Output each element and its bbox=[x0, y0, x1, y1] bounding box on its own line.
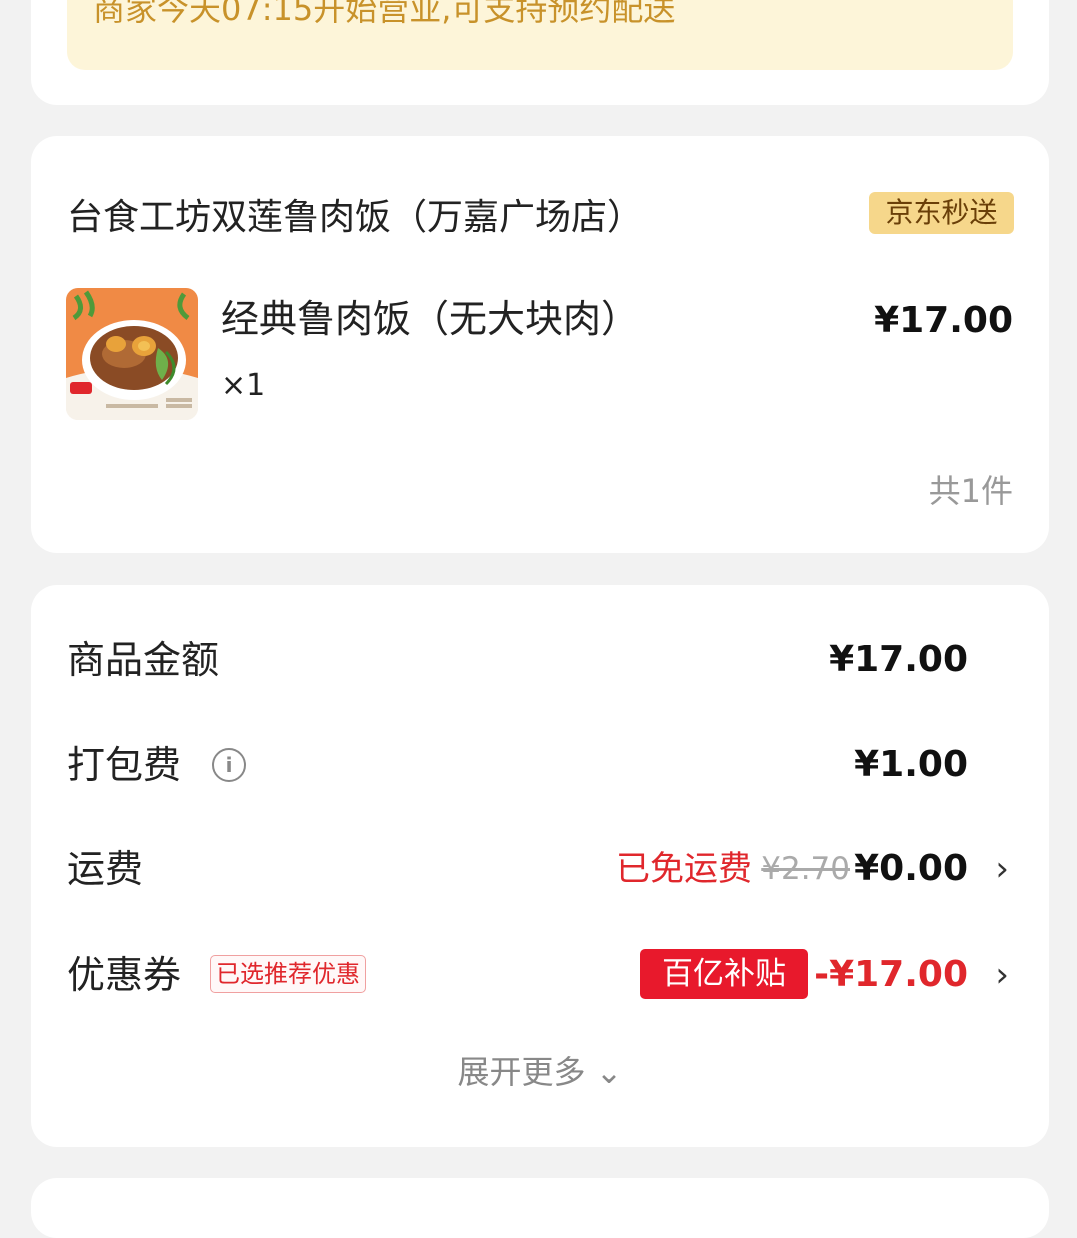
info-icon[interactable]: i bbox=[212, 748, 246, 782]
coupon-discount-value: -¥17.00 bbox=[814, 954, 968, 995]
goods-amount-value: ¥17.00 bbox=[829, 639, 968, 680]
shipping-value: ¥0.00 bbox=[854, 848, 968, 889]
subsidy-badge: 百亿补贴 bbox=[640, 949, 808, 999]
shipping-row[interactable]: 运费 已免运费 ¥2.70 ¥0.00 › bbox=[31, 839, 1049, 899]
goods-amount-row: 商品金额 ¥17.00 bbox=[31, 630, 1049, 690]
delivery-tag: 京东秒送 bbox=[869, 192, 1014, 234]
product-price: ¥17.00 bbox=[874, 300, 1013, 341]
expand-more-button[interactable]: 展开更多 ⌄ bbox=[31, 1047, 1049, 1093]
coupon-label: 优惠券 bbox=[67, 953, 182, 997]
free-shipping-text: 已免运费 bbox=[616, 849, 752, 889]
coupon-row[interactable]: 优惠券 已选推荐优惠 百亿补贴 -¥17.00 › bbox=[31, 945, 1049, 1005]
chevron-right-icon[interactable]: › bbox=[995, 839, 1009, 899]
product-quantity: ×1 bbox=[221, 368, 266, 403]
goods-amount-label: 商品金额 bbox=[67, 638, 220, 682]
store-name[interactable]: 台食工坊双莲鲁肉饭（万嘉广场店） bbox=[67, 188, 643, 240]
product-image[interactable] bbox=[66, 288, 198, 420]
price-summary-card: 商品金额 ¥17.00 打包费 i ¥1.00 运费 已免运费 ¥2.70 ¥0… bbox=[31, 585, 1049, 1147]
coupon-selected-badge: 已选推荐优惠 bbox=[210, 955, 366, 993]
notice-text: 商家今天07:15开始营业,可支持预约配送 bbox=[93, 0, 676, 28]
store-order-card: 台食工坊双莲鲁肉饭（万嘉广场店） 京东秒送 经典鲁肉饭（无大块肉） ×1 ¥17… bbox=[31, 136, 1049, 553]
notice-card: 商家今天07:15开始营业,可支持预约配送 bbox=[31, 0, 1049, 105]
next-card bbox=[31, 1178, 1049, 1238]
product-name[interactable]: 经典鲁肉饭（无大块肉） bbox=[221, 288, 639, 343]
original-shipping-fee: ¥2.70 bbox=[761, 851, 850, 887]
shipping-label: 运费 bbox=[67, 847, 144, 891]
business-hours-notice: 商家今天07:15开始营业,可支持预约配送 bbox=[67, 0, 1013, 70]
packing-fee-value: ¥1.00 bbox=[854, 744, 968, 785]
chevron-right-icon[interactable]: › bbox=[995, 945, 1009, 1005]
item-count: 共1件 bbox=[928, 472, 1013, 510]
packing-fee-label: 打包费 bbox=[67, 743, 182, 787]
packing-fee-row: 打包费 i ¥1.00 bbox=[31, 735, 1049, 795]
